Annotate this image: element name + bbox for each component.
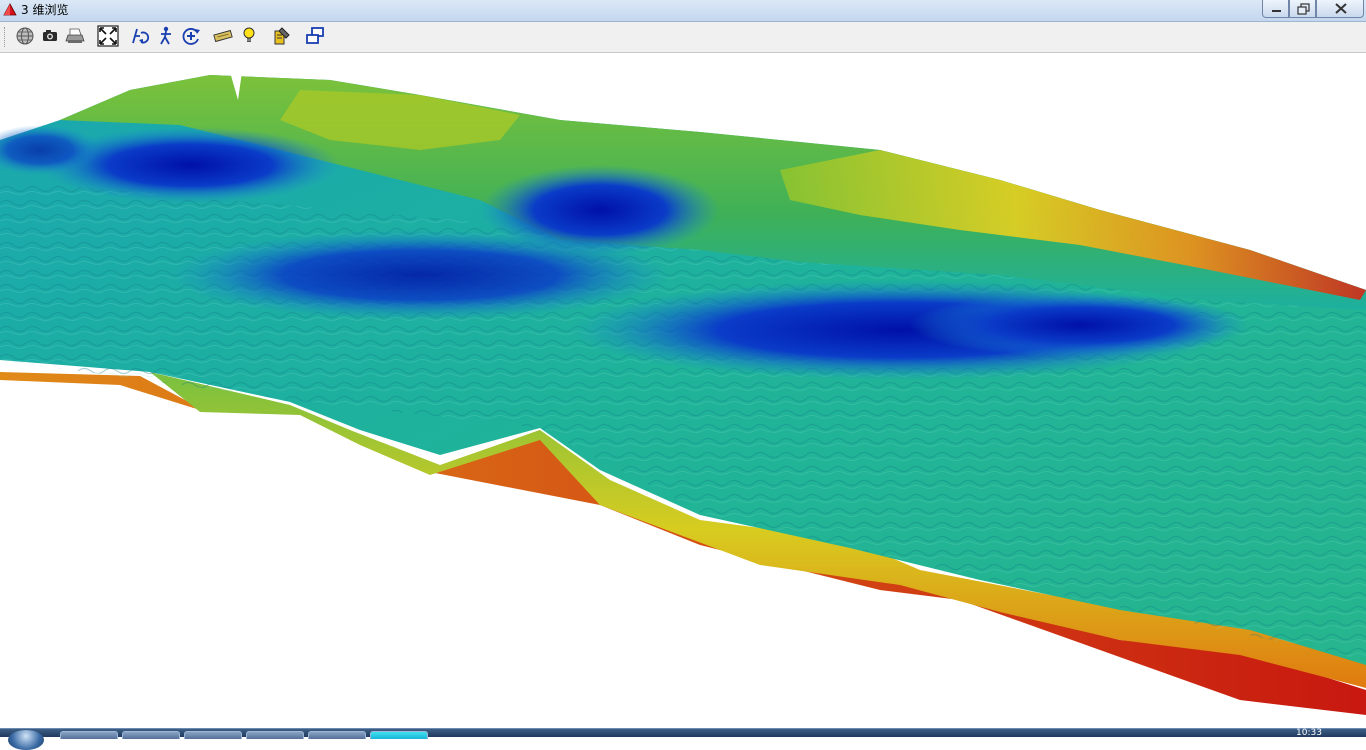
window-title: 3 维浏览 [21,3,69,17]
taskbar-item[interactable] [60,731,118,739]
tag-icon [213,29,233,43]
toolbar [0,22,1366,53]
lightbulb-icon [243,27,255,42]
minimize-button[interactable] [1262,0,1289,18]
taskbar-item[interactable] [184,731,242,739]
window-switch-button[interactable] [304,25,326,47]
walk-button[interactable] [155,25,177,47]
restore-button[interactable] [1289,0,1316,18]
settings-tool-icon [274,27,290,45]
restore-icon [1297,3,1310,15]
expand-arrows-icon [97,25,119,47]
title-bar[interactable]: 3 维浏览 [0,0,1366,22]
terrain-surface[interactable] [0,53,1366,728]
taskbar-item-active[interactable] [370,731,428,739]
taskbar-item[interactable] [122,731,180,739]
taskbar-item[interactable] [246,731,304,739]
rotate-icon [132,28,149,44]
walk-icon [160,26,171,45]
zoom-in-button[interactable] [180,25,202,47]
globe-icon [16,27,34,45]
close-button[interactable] [1316,0,1364,18]
camera-icon [43,30,57,41]
light-button[interactable] [238,25,260,47]
close-icon [1335,3,1347,14]
full-extent-button[interactable] [97,25,119,47]
3d-terrain-viewport[interactable] [0,53,1366,728]
settings-button[interactable] [270,25,292,47]
printer-icon [65,28,85,43]
3d-browse-window: 3 维浏览 10:33 [0,0,1366,750]
taskbar-item[interactable] [308,731,366,739]
layer-button[interactable] [212,25,234,47]
rotate-button[interactable] [130,25,152,47]
window-switch-icon [306,27,324,44]
start-button[interactable] [8,730,44,750]
toolbar-grip[interactable] [4,27,8,47]
tray-clock[interactable]: 10:33 [1296,728,1322,738]
minimize-icon [1272,10,1281,12]
globe-button[interactable] [14,25,36,47]
print-button[interactable] [64,25,86,47]
snapshot-button[interactable] [39,25,61,47]
red-cube-icon [3,3,17,16]
zoom-in-icon [182,28,200,45]
